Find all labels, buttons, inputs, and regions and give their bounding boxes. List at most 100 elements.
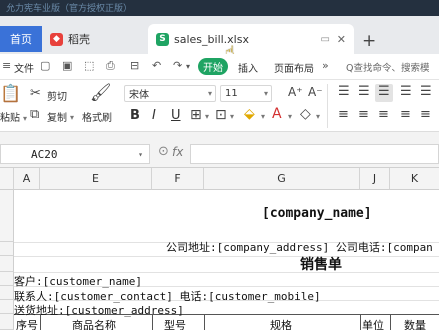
copy-dropdown-icon[interactable]: ▾ (70, 113, 74, 122)
align-left-icon[interactable]: ≡ (338, 107, 349, 122)
chevron-down-icon: ▾ (263, 89, 268, 98)
cell-company-info[interactable]: 公司地址:[company_address] 公司电话:[compan (166, 239, 433, 255)
row-header[interactable] (0, 190, 14, 242)
wrap-text-icon[interactable]: ☰ (400, 84, 412, 99)
menu-file[interactable]: 文件 (14, 60, 34, 75)
cell-header-qty[interactable]: 数量 (404, 317, 426, 330)
underline-button[interactable]: U (171, 108, 181, 123)
cell-header-seq[interactable]: 序号 (16, 317, 38, 330)
close-tab-icon[interactable]: ✕ (337, 33, 346, 46)
increase-font-icon[interactable]: A⁺ (288, 85, 303, 99)
merge-cells-icon[interactable]: ⊡ (215, 107, 227, 123)
border-dropdown-icon[interactable]: ▾ (205, 112, 209, 121)
redo-dropdown-icon[interactable]: ▾ (186, 62, 190, 71)
tab-docer[interactable]: ◆ 稻壳 (44, 26, 144, 52)
cut-icon[interactable]: ✂ (30, 86, 41, 101)
copy-icon[interactable]: ⧉ (30, 107, 39, 122)
cell-header-spec[interactable]: 规格 (270, 317, 292, 330)
redo-icon[interactable]: ↷ (173, 59, 182, 72)
fill-color-dropdown-icon[interactable]: ▾ (261, 112, 265, 121)
formula-bar: AC20 ▾ ⊙ fx (0, 138, 439, 168)
align-top-icon[interactable]: ☰ (338, 84, 350, 99)
cell-header-unit[interactable]: 单位 (362, 317, 384, 330)
formula-input[interactable] (190, 144, 439, 164)
format-painter-icon[interactable]: 🖌 (90, 83, 112, 103)
command-search[interactable]: Q查找命令、搜索模 (346, 60, 429, 74)
menu-insert[interactable]: 插入 (238, 60, 258, 75)
new-tab-button[interactable]: + (362, 28, 376, 54)
decrease-font-icon[interactable]: A⁻ (308, 85, 323, 99)
column-header-k[interactable]: K (390, 168, 439, 190)
print-preview-icon[interactable]: ⊟ (130, 59, 139, 72)
cell-header-model[interactable]: 型号 (164, 317, 186, 330)
italic-button[interactable]: I (152, 108, 156, 123)
app-title: 允力宪车业版（官方授权正版） (6, 4, 133, 14)
copy-button[interactable]: 复制 (47, 109, 67, 124)
column-header-a[interactable]: A (14, 168, 40, 190)
row-header[interactable] (0, 286, 14, 300)
cell-title[interactable]: 销售单 (300, 254, 342, 274)
save-icon[interactable]: ▣ (62, 59, 72, 72)
column-header-g[interactable]: G (204, 168, 360, 190)
column-header-j[interactable]: J (360, 168, 390, 190)
fx-icon[interactable]: fx (172, 145, 183, 159)
zoom-icon[interactable]: ⊙ (158, 144, 169, 159)
hamburger-menu-icon[interactable]: ≡ (2, 59, 11, 72)
font-color-icon[interactable]: A (272, 106, 282, 122)
tab-file-label: sales_bill.xlsx (174, 32, 249, 46)
row-header[interactable] (0, 256, 14, 272)
menu-bar: ≡ 文件 ▢ ▣ ⬚ ⎙ ⊟ ↶ ↷ ▾ 开始 插入 页面布局 » Q查找命令、… (0, 54, 439, 80)
align-middle-icon[interactable]: ☰ (358, 84, 370, 99)
justify-icon[interactable]: ≡ (400, 107, 411, 122)
paste-label[interactable]: 粘贴 (0, 109, 20, 124)
cell-customer[interactable]: 客户:[customer_name] (14, 273, 142, 289)
table-border-line (390, 314, 391, 330)
print-icon[interactable]: ⎙ (106, 59, 115, 73)
export-icon[interactable]: ⬚ (84, 59, 94, 72)
select-all-corner[interactable] (0, 168, 14, 190)
column-k-label: K (410, 172, 419, 185)
new-tab-label: + (362, 31, 377, 51)
menu-start[interactable]: 开始 (198, 58, 228, 75)
fill-color-icon[interactable]: ⬙ (244, 106, 255, 122)
paste-dropdown-icon[interactable]: ▾ (23, 114, 27, 123)
font-name-select[interactable]: 宋体 ▾ (124, 85, 216, 102)
format-painter-button[interactable]: 格式刷 (82, 109, 112, 124)
font-size-select[interactable]: 11 ▾ (220, 85, 272, 102)
indent-icon[interactable]: ☰ (420, 84, 432, 99)
paste-icon[interactable]: 📋 (0, 84, 21, 104)
cut-button[interactable]: 剪切 (47, 88, 67, 103)
column-e-label: E (92, 172, 99, 185)
column-header-e[interactable]: E (40, 168, 152, 190)
distribute-icon[interactable]: ≡ (420, 107, 431, 122)
toolbar-divider (327, 84, 328, 128)
folder-icon[interactable]: ▢ (40, 59, 50, 72)
spreadsheet-grid[interactable]: A E F G J K [company_name] 公司地址:[company… (0, 168, 439, 330)
align-bottom-icon: ☰ (378, 84, 390, 99)
merge-dropdown-icon[interactable]: ▾ (230, 112, 234, 121)
tab-sales-bill[interactable]: S sales_bill.xlsx ▭ ✕ (148, 24, 354, 54)
bold-button[interactable]: B (130, 108, 140, 123)
align-right-icon[interactable]: ≡ (378, 107, 389, 122)
column-g-label: G (277, 172, 286, 185)
clear-format-icon[interactable]: ◇ (300, 106, 311, 122)
ribbon-toolbar: 📋 粘贴 ▾ ✂ 剪切 ⧉ 复制 ▾ 🖌 格式刷 宋体 ▾ 11 ▾ A⁺ A⁻… (0, 80, 439, 132)
row-header[interactable] (0, 272, 14, 286)
align-center-icon[interactable]: ≡ (358, 107, 369, 122)
undo-icon[interactable]: ↶ (152, 59, 161, 72)
cell-header-product[interactable]: 商品名称 (72, 317, 116, 330)
name-box[interactable]: AC20 ▾ (0, 144, 150, 164)
row-header[interactable] (0, 314, 14, 330)
cell-company-name[interactable]: [company_name] (262, 206, 372, 221)
tab-home[interactable]: 首页 (0, 26, 42, 52)
font-color-dropdown-icon[interactable]: ▾ (288, 112, 292, 121)
row-header[interactable] (0, 300, 14, 314)
more-menu-icon[interactable]: » (322, 59, 329, 72)
cell-shipping[interactable]: 送货地址:[customer_address] (14, 302, 184, 318)
column-header-f[interactable]: F (152, 168, 204, 190)
row-header[interactable] (0, 242, 14, 256)
border-icon[interactable]: ⊞ (190, 107, 202, 123)
menu-page-layout[interactable]: 页面布局 (274, 60, 314, 75)
dock-window-icon[interactable]: ▭ (321, 34, 330, 45)
clear-dropdown-icon[interactable]: ▾ (316, 112, 320, 121)
